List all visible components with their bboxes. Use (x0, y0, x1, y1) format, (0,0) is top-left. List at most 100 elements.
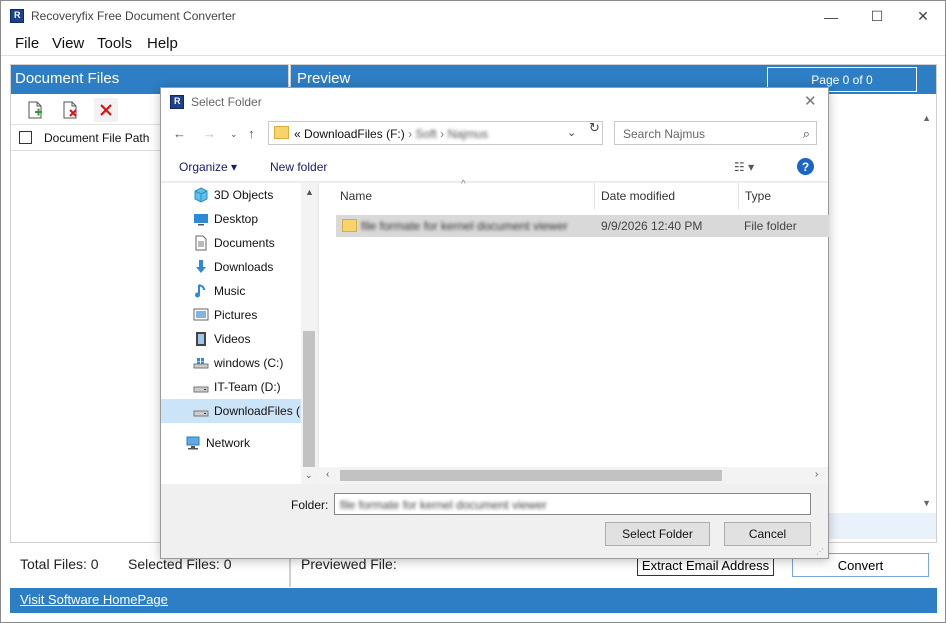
folder-label: Folder: (291, 498, 329, 512)
back-arrow-icon[interactable]: ← (173, 126, 186, 141)
select-all-checkbox[interactable] (19, 131, 32, 144)
file-pane-h-scrollbar[interactable]: ‹ › (318, 467, 828, 484)
column-type[interactable]: Type (745, 183, 771, 209)
nav-item-documents[interactable]: Documents (161, 231, 301, 255)
menu-file[interactable]: File (15, 35, 39, 52)
nav-item-downloads[interactable]: Downloads (161, 255, 301, 279)
menu-bar: File View Tools Help (1, 32, 945, 56)
column-date-modified[interactable]: Date modified (601, 183, 675, 209)
add-file-icon[interactable] (23, 98, 47, 122)
maximize-button[interactable]: ☐ (854, 1, 900, 32)
menu-view[interactable]: View (52, 35, 84, 52)
music-icon (193, 283, 209, 299)
nav-item-label: windows (C:) (214, 356, 284, 370)
help-icon[interactable]: ? (797, 158, 814, 175)
scroll-right-icon[interactable]: › (815, 469, 818, 480)
3d-objects-icon (193, 187, 209, 203)
forward-arrow-icon[interactable]: → (203, 126, 216, 141)
navigation-pane: 3D Objects Desktop Documents Downloads M… (161, 183, 317, 484)
folder-input[interactable]: file formate for kernel document viewer (334, 493, 811, 515)
column-divider[interactable] (738, 183, 739, 209)
nav-scroll-up-icon[interactable]: ▲ (305, 187, 314, 197)
documents-icon (193, 235, 209, 251)
downloads-icon (193, 259, 209, 275)
nav-item-label: Documents (214, 236, 275, 250)
nav-item-downloadfiles-f[interactable]: DownloadFiles (I (161, 399, 304, 423)
desktop-icon (193, 211, 209, 227)
search-icon[interactable]: ⌕ (803, 126, 810, 142)
document-file-path-column: Document File Path (44, 131, 150, 145)
nav-item-label: Network (206, 436, 251, 450)
file-row[interactable]: file formate for kernel document viewer … (336, 215, 829, 237)
nav-item-label: Desktop (214, 212, 259, 226)
refresh-icon[interactable]: ↻ (589, 120, 600, 136)
total-files: Total Files: 0 (20, 556, 99, 572)
drive-icon (193, 379, 209, 395)
cancel-button[interactable]: Cancel (724, 522, 811, 546)
sort-ascending-icon: ^ (461, 179, 466, 190)
address-prefix: « (294, 127, 301, 141)
nav-item-label: Pictures (214, 308, 258, 322)
videos-icon (193, 331, 209, 347)
app-logo-icon (10, 9, 24, 23)
h-scroll-thumb[interactable] (340, 470, 722, 481)
homepage-link[interactable]: Visit Software HomePage (20, 592, 168, 607)
column-name[interactable]: Name (340, 183, 372, 209)
file-list-pane: ^ Name Date modified Type file formate f… (318, 179, 829, 484)
recent-chevron-icon[interactable]: ⌄ (230, 129, 238, 140)
column-divider[interactable] (594, 183, 595, 209)
folder-input-value: file formate for kernel document viewer (340, 498, 547, 512)
dialog-command-bar: Organize ▾ New folder ☷ ▾ ? (161, 152, 828, 182)
menu-tools[interactable]: Tools (97, 35, 132, 52)
nav-item-label: Music (214, 284, 246, 298)
footer-bar: Visit Software HomePage (10, 588, 937, 613)
dialog-title-bar: Select Folder ✕ (161, 88, 828, 116)
file-type: File folder (744, 219, 797, 233)
address-segment-1[interactable]: Soft (415, 127, 436, 141)
scroll-up-icon[interactable]: ▲ (922, 113, 931, 123)
organize-button[interactable]: Organize ▾ (179, 160, 237, 174)
nav-item-label: Videos (214, 332, 251, 346)
address-dropdown-icon[interactable]: ⌄ (567, 126, 576, 139)
file-date: 9/9/2026 12:40 PM (601, 219, 703, 233)
up-arrow-icon[interactable]: ↑ (248, 126, 255, 141)
minimize-button[interactable]: — (808, 1, 854, 32)
nav-item-label: IT-Team (D:) (214, 380, 281, 394)
preview-title: Preview (297, 70, 351, 87)
scroll-down-icon[interactable]: ▼ (922, 498, 931, 508)
dialog-logo-icon (170, 95, 184, 109)
close-button[interactable]: ✕ (900, 1, 946, 32)
dialog-close-icon[interactable]: ✕ (804, 92, 817, 110)
nav-item-label: DownloadFiles (I (214, 404, 304, 418)
nav-item-network[interactable]: Network (153, 431, 293, 455)
search-box[interactable]: Search Najmus ⌕ (614, 121, 817, 145)
address-drive[interactable]: DownloadFiles (F:) (304, 127, 405, 141)
drive-icon (193, 403, 209, 419)
nav-item-label: Downloads (214, 260, 274, 274)
close-icon[interactable] (94, 98, 118, 122)
network-icon (185, 435, 201, 451)
folder-icon (274, 126, 289, 139)
nav-item-it-team-d[interactable]: IT-Team (D:) (161, 375, 301, 399)
menu-help[interactable]: Help (147, 35, 178, 52)
view-options-icon[interactable]: ☷ ▾ (734, 160, 754, 174)
nav-item-windows-c[interactable]: windows (C:) (161, 351, 301, 375)
resize-grip-icon[interactable]: ⋰ (816, 547, 824, 556)
nav-item-videos[interactable]: Videos (161, 327, 301, 351)
new-folder-button[interactable]: New folder (270, 160, 327, 174)
select-folder-button[interactable]: Select Folder (605, 522, 710, 546)
nav-item-3d-objects[interactable]: 3D Objects (161, 183, 301, 207)
nav-scroll-down-icon[interactable]: ⌄ (305, 470, 313, 481)
address-bar[interactable]: « DownloadFiles (F:) › Soft › Najmus ⌄ (268, 121, 603, 145)
remove-file-icon[interactable] (58, 98, 82, 122)
pictures-icon (193, 307, 209, 323)
nav-item-music[interactable]: Music (161, 279, 301, 303)
nav-item-desktop[interactable]: Desktop (161, 207, 301, 231)
scroll-left-icon[interactable]: ‹ (326, 469, 329, 480)
select-folder-dialog: Select Folder ✕ ← → ⌄ ↑ « DownloadFiles … (160, 87, 829, 559)
address-segment-2[interactable]: Najmus (447, 127, 488, 141)
address-sep-1: › (408, 127, 413, 141)
folder-icon (342, 219, 357, 232)
nav-pane-scroll-thumb[interactable] (303, 331, 315, 467)
nav-item-pictures[interactable]: Pictures (161, 303, 301, 327)
